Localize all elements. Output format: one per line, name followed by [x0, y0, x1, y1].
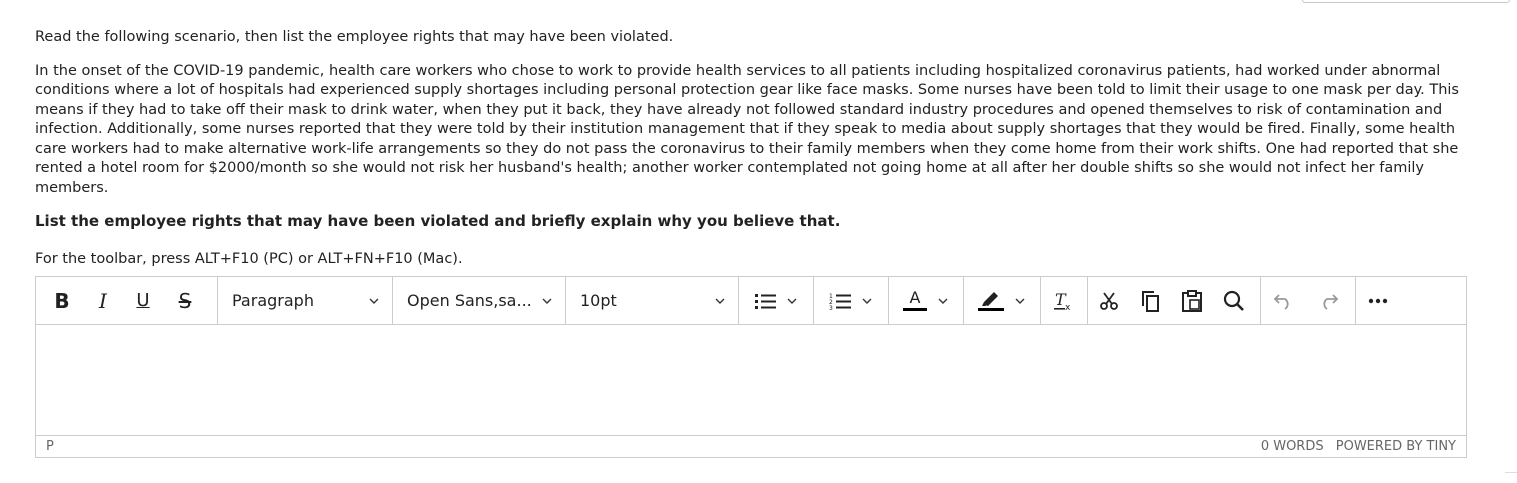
bold-icon: B — [54, 288, 70, 313]
text-color-button[interactable]: A — [889, 284, 963, 318]
font-family-value: Open Sans,sa... — [407, 291, 532, 310]
page-corner-mark — [1505, 472, 1517, 473]
chevron-down-icon — [787, 298, 797, 304]
highlighter-icon — [978, 291, 1004, 311]
editor-statusbar: P 0 WORDS POWERED BY TINY — [36, 435, 1466, 457]
text-color-letter: A — [909, 288, 921, 307]
block-format-select[interactable]: Paragraph — [218, 284, 392, 318]
strikethrough-button[interactable]: S — [163, 284, 207, 318]
cut-button[interactable] — [1088, 284, 1130, 318]
underline-button[interactable]: U — [123, 284, 163, 318]
rich-text-editor: B I U S Paragraph Open Sans,sa... 10pt 1… — [35, 276, 1467, 458]
highlight-color-button[interactable] — [964, 284, 1040, 318]
bullet-list-icon — [755, 293, 776, 309]
svg-text:x: x — [1065, 303, 1071, 311]
clear-formatting-icon: T x — [1054, 291, 1071, 311]
italic-button[interactable]: I — [83, 284, 123, 318]
undo-button[interactable] — [1261, 284, 1307, 318]
chevron-down-icon — [542, 298, 552, 304]
highlight-color-swatch — [978, 307, 1004, 311]
block-format-value: Paragraph — [232, 291, 314, 310]
find-replace-button[interactable] — [1214, 284, 1254, 318]
statusbar-right: 0 WORDS POWERED BY TINY — [1253, 439, 1456, 454]
redo-icon — [1323, 293, 1339, 310]
text-color-swatch — [903, 308, 927, 311]
editor-toolbar: B I U S Paragraph Open Sans,sa... 10pt 1… — [36, 276, 1466, 325]
chevron-down-icon — [862, 298, 872, 304]
scenario-text: In the onset of the COVID-19 pandemic, h… — [35, 62, 1459, 196]
question-content: Read the following scenario, then list t… — [35, 28, 1475, 269]
bullet-list-button[interactable] — [739, 284, 813, 318]
powered-by-tiny-link[interactable]: POWERED BY TINY — [1336, 439, 1456, 454]
italic-icon: I — [99, 288, 107, 313]
text-color-icon: A — [903, 290, 927, 311]
font-family-select[interactable]: Open Sans,sa... — [393, 284, 565, 318]
redo-button[interactable] — [1307, 284, 1349, 318]
search-icon — [1223, 290, 1244, 311]
undo-icon — [1273, 293, 1289, 310]
editor-text-area[interactable] — [36, 325, 1466, 436]
font-size-value: 10pt — [580, 291, 617, 310]
numbered-list-button[interactable]: 1 2 3 — [814, 284, 888, 318]
element-path[interactable]: P — [46, 439, 54, 454]
copy-icon — [1142, 290, 1159, 312]
word-count[interactable]: 0 WORDS — [1261, 439, 1324, 454]
clipboard-icon — [1182, 289, 1202, 312]
question-prompt: List the employee rights that may have b… — [35, 212, 841, 230]
previous-element-edge — [1302, 0, 1510, 3]
chevron-down-icon — [1015, 298, 1025, 304]
svg-text:3: 3 — [829, 305, 833, 311]
copy-button[interactable] — [1130, 284, 1170, 318]
clear-formatting-button[interactable]: T x — [1041, 284, 1087, 318]
more-options-button[interactable] — [1356, 284, 1400, 318]
font-size-select[interactable]: 10pt — [566, 284, 738, 318]
scissors-icon — [1100, 291, 1118, 310]
strikethrough-icon: S — [178, 288, 192, 313]
paste-button[interactable] — [1170, 284, 1214, 318]
chevron-down-icon — [938, 298, 948, 304]
chevron-down-icon — [369, 298, 379, 304]
numbered-list-icon: 1 2 3 — [829, 293, 851, 311]
toolbar-hint: For the toolbar, press ALT+F10 (PC) or A… — [35, 250, 463, 267]
bold-button[interactable]: B — [41, 284, 83, 318]
underline-icon: U — [136, 290, 150, 311]
question-intro: Read the following scenario, then list t… — [35, 29, 674, 45]
chevron-down-icon — [715, 298, 725, 304]
more-dots-icon — [1368, 298, 1388, 303]
